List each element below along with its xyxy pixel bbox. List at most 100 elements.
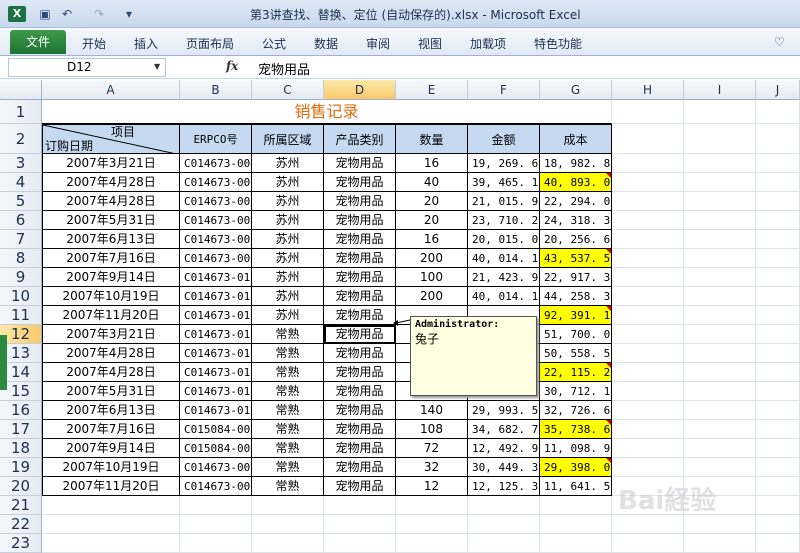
- cell-cat[interactable]: 宠物用品: [324, 363, 396, 382]
- grid-cell[interactable]: [180, 534, 252, 553]
- cell-cat[interactable]: 宠物用品: [324, 458, 396, 477]
- grid-cell[interactable]: [756, 192, 800, 211]
- table-title[interactable]: 销售记录: [42, 100, 612, 124]
- customize-quick-access-icon[interactable]: ▾: [120, 6, 138, 22]
- tab-review[interactable]: 审阅: [366, 35, 390, 52]
- cell-cat[interactable]: 宠物用品: [324, 249, 396, 268]
- grid-cell[interactable]: [756, 401, 800, 420]
- cell-cost[interactable]: 20, 256. 69: [540, 230, 612, 249]
- row-header-10[interactable]: 10: [0, 287, 42, 306]
- header-amount[interactable]: 金额: [468, 124, 540, 154]
- cell-qty[interactable]: 12: [396, 477, 468, 496]
- grid-cell[interactable]: [756, 382, 800, 401]
- grid-cell[interactable]: [324, 534, 396, 553]
- excel-logo-icon[interactable]: X: [8, 6, 26, 22]
- grid-cell[interactable]: [180, 496, 252, 515]
- cell-cost[interactable]: 43, 537. 56: [540, 249, 612, 268]
- cell-cat[interactable]: 宠物用品: [324, 306, 396, 325]
- ribbon-collapse-icon[interactable]: ♡: [774, 35, 785, 49]
- grid-cell[interactable]: [684, 173, 756, 192]
- row-header-2[interactable]: 2: [0, 124, 42, 154]
- grid-cell[interactable]: [756, 458, 800, 477]
- cell-qty[interactable]: 20: [396, 211, 468, 230]
- cell-amt[interactable]: 23, 710. 26: [468, 211, 540, 230]
- cell-region[interactable]: 常熟: [252, 439, 324, 458]
- cell-amt[interactable]: 20, 015. 07: [468, 230, 540, 249]
- cell-region[interactable]: 苏州: [252, 211, 324, 230]
- cell-region[interactable]: 常熟: [252, 401, 324, 420]
- grid-cell[interactable]: [684, 211, 756, 230]
- row-header-11[interactable]: 11: [0, 306, 42, 325]
- column-header-j[interactable]: J: [756, 80, 800, 100]
- grid-cell[interactable]: [684, 515, 756, 534]
- grid-cell[interactable]: [396, 534, 468, 553]
- cell-erp[interactable]: C014673-013: [180, 325, 252, 344]
- grid-cell[interactable]: [612, 458, 684, 477]
- row-header-17[interactable]: 17: [0, 420, 42, 439]
- cell-erp[interactable]: C014673-008: [180, 230, 252, 249]
- cell-cat[interactable]: 宠物用品: [324, 477, 396, 496]
- cell-cost[interactable]: 32, 726. 66: [540, 401, 612, 420]
- cell-cat[interactable]: 宠物用品: [324, 344, 396, 363]
- row-header-7[interactable]: 7: [0, 230, 42, 249]
- grid-cell[interactable]: [612, 268, 684, 287]
- cell-date[interactable]: 2007年9月14日: [42, 268, 180, 287]
- grid-cell[interactable]: [756, 534, 800, 553]
- cell-erp[interactable]: C014673-006: [180, 192, 252, 211]
- cell-qty[interactable]: 16: [396, 230, 468, 249]
- cell-date[interactable]: 2007年10月19日: [42, 458, 180, 477]
- tab-view[interactable]: 视图: [418, 35, 442, 52]
- grid-cell[interactable]: [612, 124, 684, 154]
- row-header-5[interactable]: 5: [0, 192, 42, 211]
- grid-cell[interactable]: [612, 401, 684, 420]
- cell-cost[interactable]: 30, 712. 18: [540, 382, 612, 401]
- grid-cell[interactable]: [252, 496, 324, 515]
- grid-cell[interactable]: [396, 515, 468, 534]
- column-header-a[interactable]: A: [42, 80, 180, 100]
- grid-cell[interactable]: [684, 192, 756, 211]
- grid-cell[interactable]: [756, 173, 800, 192]
- row-header-18[interactable]: 18: [0, 439, 42, 458]
- column-header-c[interactable]: C: [252, 80, 324, 100]
- cell-comment[interactable]: Administrator: 兔子: [410, 316, 537, 396]
- cell-region[interactable]: 苏州: [252, 268, 324, 287]
- grid-cell[interactable]: [684, 124, 756, 154]
- cell-erp[interactable]: C014673-015: [180, 363, 252, 382]
- cell-cat[interactable]: 宠物用品: [324, 382, 396, 401]
- cell-cost[interactable]: 51, 700. 03: [540, 325, 612, 344]
- grid-cell[interactable]: [684, 382, 756, 401]
- grid-cell[interactable]: [684, 287, 756, 306]
- cell-region[interactable]: 常熟: [252, 325, 324, 344]
- grid-cell[interactable]: [756, 287, 800, 306]
- cell-erp[interactable]: C014673-016: [180, 382, 252, 401]
- cell-cost[interactable]: 44, 258. 36: [540, 287, 612, 306]
- cell-qty[interactable]: 108: [396, 420, 468, 439]
- grid-cell[interactable]: [612, 192, 684, 211]
- grid-cell[interactable]: [42, 515, 180, 534]
- column-header-f[interactable]: F: [468, 80, 540, 100]
- side-panel-tab[interactable]: [0, 335, 7, 390]
- cell-amt[interactable]: 39, 465. 17: [468, 173, 540, 192]
- header-erp[interactable]: ERPCO号: [180, 124, 252, 154]
- grid-cell[interactable]: [756, 306, 800, 325]
- save-icon[interactable]: ▣: [36, 6, 54, 22]
- cell-qty[interactable]: 20: [396, 192, 468, 211]
- cell-amt[interactable]: 40, 014. 12: [468, 287, 540, 306]
- grid-cell[interactable]: [180, 515, 252, 534]
- cell-cost[interactable]: 29, 398. 00: [540, 458, 612, 477]
- cell-region[interactable]: 苏州: [252, 306, 324, 325]
- grid-cell[interactable]: [540, 534, 612, 553]
- column-header-h[interactable]: H: [612, 80, 684, 100]
- cell-cat[interactable]: 宠物用品: [324, 401, 396, 420]
- row-header-16[interactable]: 16: [0, 401, 42, 420]
- undo-icon[interactable]: ↶: [58, 6, 76, 22]
- row-header-1[interactable]: 1: [0, 100, 42, 124]
- diagonal-header-cell[interactable]: 项目 订购日期: [42, 124, 180, 154]
- cell-region[interactable]: 苏州: [252, 192, 324, 211]
- cell-date[interactable]: 2007年3月21日: [42, 325, 180, 344]
- cell-cat[interactable]: 宠物用品: [324, 439, 396, 458]
- cell-cat[interactable]: 宠物用品: [324, 211, 396, 230]
- grid-cell[interactable]: [684, 401, 756, 420]
- cell-qty[interactable]: 140: [396, 401, 468, 420]
- grid-cell[interactable]: [612, 249, 684, 268]
